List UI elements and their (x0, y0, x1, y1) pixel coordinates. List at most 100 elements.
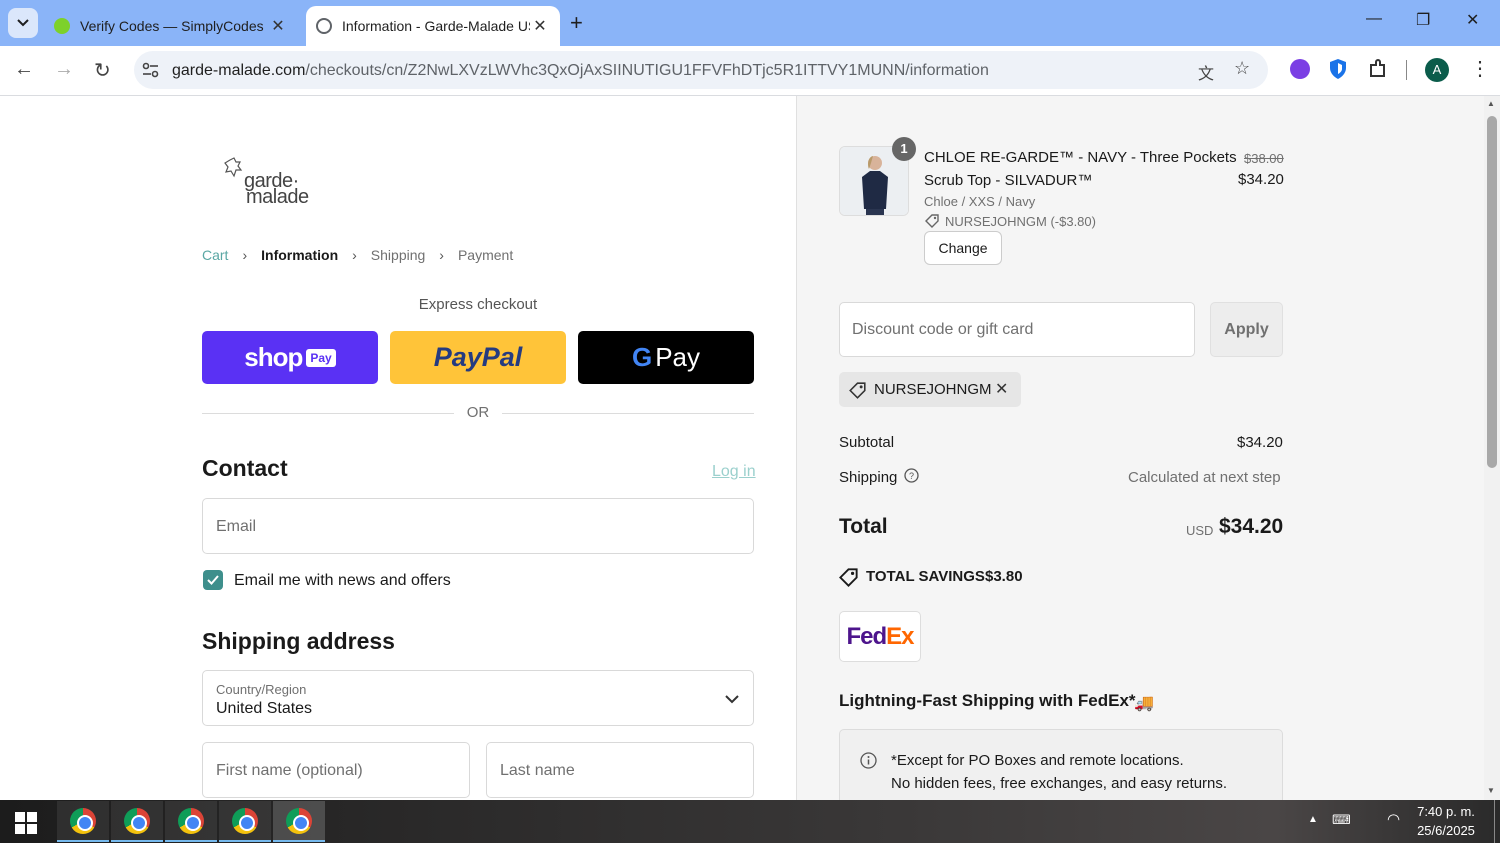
scrollbar-thumb[interactable] (1487, 116, 1497, 468)
chevron-down-icon (725, 695, 739, 704)
fedex-note-line1: *Except for PO Boxes and remote location… (891, 752, 1184, 769)
quantity-badge: 1 (892, 137, 916, 161)
breadcrumb-payment: Payment (457, 247, 514, 263)
profile-avatar[interactable]: A (1425, 58, 1449, 82)
menu-kebab-icon[interactable]: ⋮ (1470, 56, 1490, 81)
close-window-button[interactable]: ✕ (1466, 10, 1479, 30)
country-select[interactable]: Country/Region United States (202, 670, 754, 726)
discount-placeholder: Discount code or gift card (852, 321, 1034, 338)
url-path: /checkouts/cn/Z2NwLXVzLWVhc3QxOjAxSIINUT… (305, 62, 989, 79)
chrome-icon (232, 807, 258, 834)
simplycodes-favicon-icon (54, 18, 70, 34)
shield-extension-icon[interactable] (1328, 58, 1348, 80)
extension-icon[interactable] (1290, 59, 1310, 79)
windows-start-icon[interactable] (15, 812, 37, 834)
show-hidden-icons-icon[interactable]: ▲ (1308, 814, 1318, 825)
address-bar[interactable]: garde-malade.com/checkouts/cn/Z2NwLXVzLW… (134, 51, 1268, 89)
taskbar-chrome-1[interactable] (57, 801, 109, 842)
forward-arrow-icon[interactable]: → (54, 58, 74, 81)
first-name-field[interactable]: First name (optional) (202, 742, 470, 798)
remove-code-icon[interactable]: ✕ (995, 379, 1008, 399)
tab-title: Information - Garde-Malade US (342, 18, 530, 34)
breadcrumb-information: Information (261, 247, 339, 263)
apply-button[interactable]: Apply (1210, 302, 1283, 357)
taskbar-date[interactable]: 25/6/2025 (1415, 823, 1477, 838)
back-arrow-icon[interactable]: ← (14, 58, 34, 81)
last-name-placeholder: Last name (500, 762, 575, 779)
store-logo[interactable]: garde· malade (222, 156, 322, 212)
tab-information[interactable]: Information - Garde-Malade US ✕ (306, 6, 560, 46)
taskbar-time[interactable]: 7:40 p. m. (1415, 804, 1477, 819)
chevron-right-icon: › (352, 247, 357, 263)
new-tab-button[interactable]: + (570, 10, 583, 36)
total-savings-label: TOTAL SAVINGS (866, 568, 985, 585)
tab-simplycodes[interactable]: Verify Codes — SimplyCodes ✕ (46, 6, 298, 46)
scroll-up-arrow-icon[interactable]: ▲ (1487, 99, 1495, 108)
change-button[interactable]: Change (924, 231, 1002, 265)
chevron-right-icon: › (439, 247, 444, 263)
tab-title: Verify Codes — SimplyCodes (80, 18, 264, 34)
product-variant: Chloe / XXS / Navy (924, 194, 1036, 209)
translate-icon[interactable]: 文 (1198, 60, 1214, 84)
discount-code-input[interactable]: Discount code or gift card (839, 302, 1195, 357)
keyboard-layout-icon[interactable]: ⌨ (1332, 812, 1351, 828)
newsletter-checkbox[interactable] (203, 570, 223, 590)
total-label: Total (839, 515, 888, 538)
chrome-icon (124, 807, 150, 834)
tag-icon (849, 382, 866, 399)
close-tab-icon[interactable]: ✕ (530, 16, 550, 36)
fedex-heading: Lightning-Fast Shipping with FedEx* (839, 691, 1136, 710)
show-desktop-button[interactable] (1494, 800, 1495, 843)
chrome-icon (286, 807, 312, 834)
product-discount: NURSEJOHNGM (-$3.80) (945, 214, 1096, 229)
taskbar-chrome-3[interactable] (165, 801, 217, 842)
email-field[interactable]: Email (202, 498, 754, 554)
paypal-logo: PayPal (433, 342, 523, 372)
close-tab-icon[interactable]: ✕ (268, 16, 288, 36)
wifi-icon[interactable]: ◠ (1387, 810, 1400, 828)
google-pay-button[interactable]: G Pay (578, 331, 754, 384)
total-value: $34.20 (1219, 515, 1284, 538)
tab-search-button[interactable] (8, 8, 38, 38)
browser-toolbar: ← → ↻ garde-malade.com/checkouts/cn/Z2Nw… (0, 46, 1500, 96)
svg-text:?: ? (909, 471, 914, 481)
shipping-value: Calculated at next step (1128, 469, 1281, 486)
help-circle-icon[interactable]: ? (904, 468, 919, 483)
bookmark-star-icon[interactable]: ☆ (1234, 58, 1250, 79)
scroll-down-arrow-icon[interactable]: ▼ (1487, 786, 1495, 795)
shop-pay-badge: Pay (306, 348, 336, 367)
login-link[interactable]: Log in (712, 463, 756, 481)
shop-pay-button[interactable]: shop Pay (202, 331, 378, 384)
chevron-right-icon: › (242, 247, 248, 263)
original-price: $38.00 (1244, 151, 1284, 166)
savings-tag-icon (839, 568, 858, 587)
taskbar-chrome-5[interactable] (273, 801, 325, 842)
taskbar-chrome-4[interactable] (219, 801, 271, 842)
site-settings-icon[interactable] (142, 62, 160, 78)
paypal-button[interactable]: PayPal (390, 331, 566, 384)
taskbar-chrome-2[interactable] (111, 801, 163, 842)
order-summary: 1 CHLOE RE-GARDE™ - NAVY - Three Pockets… (797, 96, 1484, 800)
breadcrumb-shipping: Shipping (370, 247, 426, 263)
total-currency: USD (1186, 523, 1214, 538)
breadcrumb-cart[interactable]: Cart (202, 247, 228, 263)
product-name-line2: Scrub Top - SILVADUR™ (924, 172, 1093, 189)
minimize-button[interactable]: — (1366, 10, 1382, 28)
applied-code-text: NURSEJOHNGM (874, 381, 992, 398)
or-divider-text: OR (466, 404, 490, 421)
divider-right (502, 413, 754, 414)
browser-tab-bar: Verify Codes — SimplyCodes ✕ Information… (0, 0, 1500, 46)
total-savings-value: $3.80 (985, 568, 1023, 585)
shop-pay-logo: shop (244, 342, 303, 372)
fedex-note-box: *Except for PO Boxes and remote location… (839, 729, 1283, 800)
last-name-field[interactable]: Last name (486, 742, 754, 798)
page-scrollbar[interactable]: ▲ ▼ (1484, 96, 1500, 800)
shipping-label: Shipping (839, 469, 898, 486)
restore-button[interactable]: ❐ (1416, 10, 1430, 30)
reload-icon[interactable]: ↻ (94, 58, 111, 83)
extensions-puzzle-icon[interactable] (1368, 59, 1388, 79)
subtotal-value: $34.20 (1237, 434, 1283, 451)
product-name-line1: CHLOE RE-GARDE™ - NAVY - Three Pockets (924, 149, 1237, 166)
fedex-logo-text: FedEx (846, 622, 914, 650)
newsletter-label[interactable]: Email me with news and offers (234, 572, 451, 590)
